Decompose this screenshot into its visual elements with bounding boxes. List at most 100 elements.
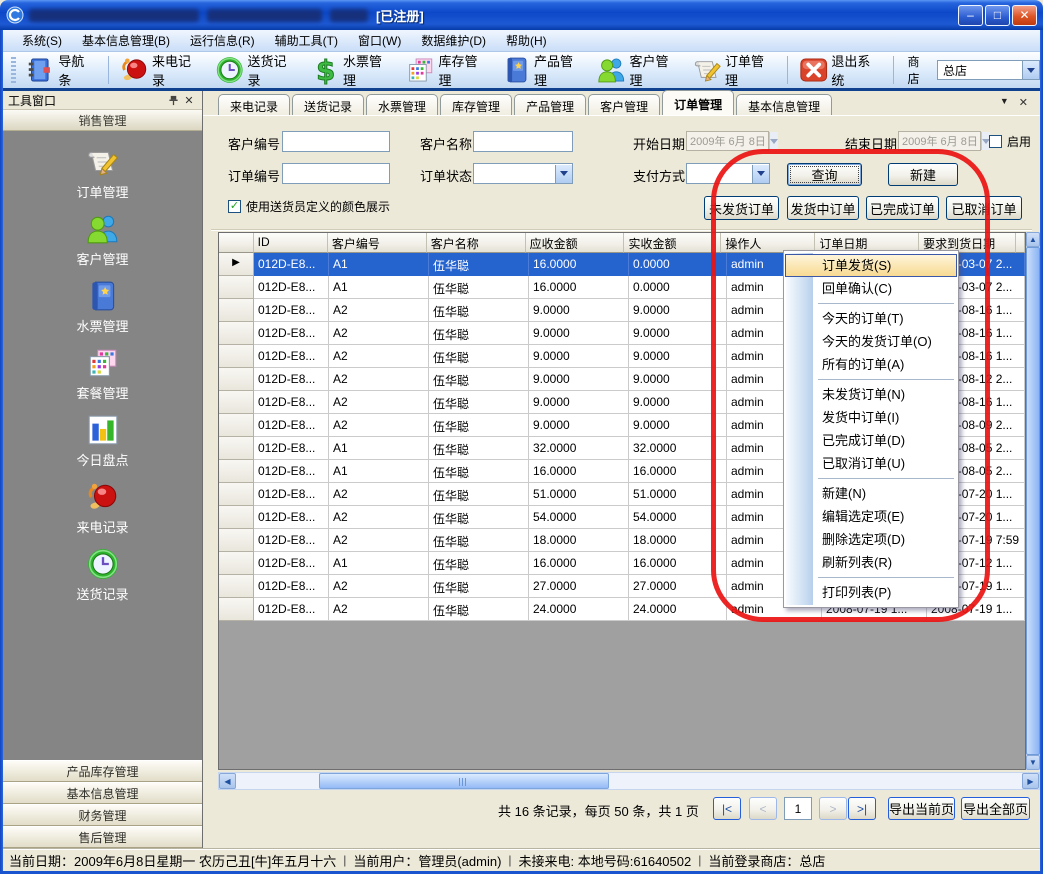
color-display-checkbox[interactable]: ✓ 使用送货员定义的颜色展示 [228,198,390,215]
context-menu-item[interactable]: 已取消订单(U) [785,452,957,475]
menu-item[interactable]: 窗口(W) [349,29,410,52]
close-button[interactable]: ✕ [1012,5,1037,26]
row-selector[interactable] [219,276,254,299]
column-header[interactable]: 客户名称 [427,233,526,253]
context-menu-item[interactable]: 今天的订单(T) [785,307,957,330]
sidebar-item-delivery-records[interactable]: 送货记录 [3,541,202,608]
shipping-orders-button[interactable]: 发货中订单 [787,196,859,220]
sidebar-item-customer-management[interactable]: 客户管理 [3,206,202,273]
context-menu-item[interactable]: 编辑选定项(E) [785,505,957,528]
tab-list-dropdown-icon[interactable]: ▼ [1000,96,1009,109]
toolbar-button-incoming-calls[interactable]: 来电记录 [114,53,209,87]
minimize-button[interactable]: – [958,5,983,26]
vertical-scrollbar[interactable]: ▲ ▼ [1026,232,1040,770]
last-page-button[interactable]: >| [848,797,876,820]
row-selector[interactable] [219,598,254,621]
scroll-right-icon[interactable]: ▶ [1022,773,1039,789]
row-selector[interactable] [219,552,254,575]
row-selector[interactable] [219,506,254,529]
sidebar-item-order-management[interactable]: 订单管理 [3,139,202,206]
sidebar-group-after-sales[interactable]: 售后管理 [3,826,202,848]
context-menu-item[interactable]: 新建(N) [785,482,957,505]
toolbar-button-delivery-records[interactable]: 送货记录 [209,53,304,87]
context-menu-item[interactable]: 今天的发货订单(O) [785,330,957,353]
chevron-down-icon[interactable] [1022,61,1039,79]
export-all-pages-button[interactable]: 导出全部页 [961,797,1030,820]
context-menu-item[interactable]: 发货中订单(I) [785,406,957,429]
enable-checkbox[interactable]: 启用 [989,133,1031,150]
sidebar-item-package-management[interactable]: 套餐管理 [3,340,202,407]
customer-name-input[interactable] [473,131,573,152]
scroll-left-icon[interactable]: ◀ [219,773,236,789]
scroll-down-icon[interactable]: ▼ [1026,755,1040,770]
sidebar-group-product-inventory[interactable]: 产品库存管理 [3,760,202,782]
chevron-down-icon[interactable] [752,165,769,183]
tab-送货记录[interactable]: 送货记录 [292,94,364,115]
store-combobox[interactable]: 总店 [937,60,1040,80]
row-selector[interactable] [219,575,254,598]
sidebar-group-sales[interactable]: 销售管理 [3,110,202,131]
sidebar-item-incoming-calls[interactable]: 来电记录 [3,474,202,541]
menu-item[interactable]: 帮助(H) [497,29,556,52]
next-page-button[interactable]: > [819,797,847,820]
scrollbar-thumb[interactable] [1026,247,1040,755]
start-date-picker[interactable]: 2009年 6月 8日 [686,131,769,151]
context-menu-item[interactable]: 已完成订单(D) [785,429,957,452]
sidebar-group-basic-info[interactable]: 基本信息管理 [3,782,202,804]
column-header[interactable]: 实收金额 [624,233,721,253]
page-number-input[interactable] [784,797,812,820]
tab-客户管理[interactable]: 客户管理 [588,94,660,115]
first-page-button[interactable]: |< [713,797,741,820]
scrollbar-thumb[interactable] [319,773,609,789]
sidebar-group-finance[interactable]: 财务管理 [3,804,202,826]
row-selector[interactable] [219,345,254,368]
menu-item[interactable]: 运行信息(R) [181,29,264,52]
end-date-picker[interactable]: 2009年 6月 8日 [898,131,981,151]
order-no-input[interactable] [282,163,390,184]
tab-基本信息管理[interactable]: 基本信息管理 [736,94,832,115]
tab-产品管理[interactable]: 产品管理 [514,94,586,115]
tab-close-icon[interactable]: ✕ [1019,96,1028,109]
toolbar-button-exit[interactable]: 退出系统 [793,53,888,87]
row-selector[interactable]: ▶ [219,253,254,276]
order-status-combobox[interactable] [473,163,573,184]
toolbar-button-orders[interactable]: 订单管理 [687,53,782,87]
row-selector[interactable] [219,529,254,552]
pin-icon[interactable] [165,93,181,108]
sidebar-item-today-stocktake[interactable]: 今日盘点 [3,407,202,474]
menu-item[interactable]: 基本信息管理(B) [73,29,179,52]
row-selector[interactable] [219,414,254,437]
context-menu-item[interactable]: 刷新列表(R) [785,551,957,574]
maximize-button[interactable]: □ [985,5,1010,26]
toolbar-grip[interactable] [11,57,16,83]
new-button[interactable]: 新建 [888,163,958,186]
column-header[interactable]: ID [254,233,328,253]
tab-来电记录[interactable]: 来电记录 [218,94,290,115]
toolbar-button-water-tickets[interactable]: 水票管理 [305,53,400,87]
row-selector[interactable] [219,299,254,322]
row-selector[interactable] [219,437,254,460]
sidebar-item-water-ticket-management[interactable]: 水票管理 [3,273,202,340]
column-header[interactable]: 客户编号 [328,233,427,253]
query-button[interactable]: 查询 [787,163,862,186]
unshipped-orders-button[interactable]: 未发货订单 [704,196,779,220]
context-menu-item[interactable]: 回单确认(C) [785,277,957,300]
tab-库存管理[interactable]: 库存管理 [440,94,512,115]
toolbar-button-products[interactable]: 产品管理 [496,53,591,87]
chevron-down-icon[interactable] [555,165,572,183]
menu-item[interactable]: 辅助工具(T) [266,29,347,52]
row-selector[interactable] [219,391,254,414]
row-selector[interactable] [219,460,254,483]
customer-no-input[interactable] [282,131,390,152]
row-selector[interactable] [219,483,254,506]
cancelled-orders-button[interactable]: 已取消订单 [946,196,1022,220]
pay-method-combobox[interactable] [686,163,770,184]
context-menu-item[interactable]: 订单发货(S) [785,254,957,277]
horizontal-scrollbar[interactable]: ◀ ▶ [218,772,1040,790]
toolbar-button-navbar[interactable]: 导航条 [20,53,103,87]
menu-item[interactable]: 数据维护(D) [412,29,495,52]
toolbar-button-customers[interactable]: 客户管理 [591,53,686,87]
row-selector[interactable] [219,322,254,345]
completed-orders-button[interactable]: 已完成订单 [866,196,939,220]
menu-item[interactable]: 系统(S) [13,29,71,52]
